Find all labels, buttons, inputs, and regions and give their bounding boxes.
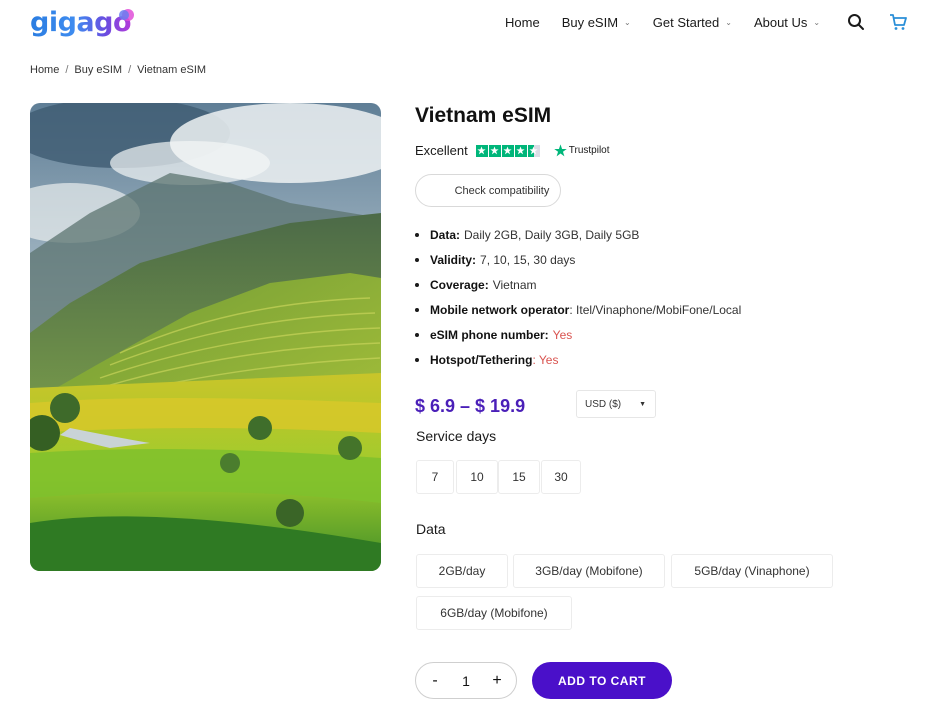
bullet [415, 257, 419, 262]
service-day-option[interactable]: 15 [498, 460, 540, 494]
data-option[interactable]: 5GB/day (Vinaphone) [671, 554, 833, 588]
spec-item-operator: Mobile network operator: Itel/Vinaphone/… [415, 297, 741, 322]
star-icon [514, 144, 527, 157]
quantity-minus-button[interactable]: - [428, 672, 442, 690]
product-title: Vietnam eSIM [415, 104, 552, 127]
check-compatibility-label: Check compatibility [454, 184, 550, 197]
bullet [415, 357, 419, 362]
spec-key: Hotspot/Tethering [430, 352, 533, 367]
chevron-down-icon: ⌄ [624, 17, 631, 27]
spec-item-validity: Validity: 7, 10, 15, 30 days [415, 247, 741, 272]
trustpilot-stars [475, 144, 540, 157]
spec-value: : Itel/Vinaphone/MobiFone/Local [569, 302, 742, 317]
service-day-option[interactable]: 30 [541, 460, 581, 494]
trustpilot-badge[interactable]: Trustpilot [554, 144, 610, 157]
spec-item-coverage: Coverage: Vietnam [415, 272, 741, 297]
product-image [30, 103, 381, 571]
nav-about-us[interactable]: About Us ⌄ [754, 14, 820, 30]
spec-key: Mobile network operator [430, 302, 570, 317]
nav-home[interactable]: Home [505, 14, 540, 30]
nav-get-started[interactable]: Get Started ⌄ [653, 14, 732, 30]
gigago-logo[interactable]: gigago [30, 6, 140, 40]
trustpilot-label: Trustpilot [568, 145, 610, 156]
data-option[interactable]: 3GB/day (Mobifone) [513, 554, 665, 588]
spec-item-hotspot: Hotspot/Tethering: Yes [415, 347, 741, 372]
breadcrumb-separator: / [65, 64, 69, 76]
quantity-plus-button[interactable]: + [490, 672, 504, 690]
service-day-option[interactable]: 10 [456, 460, 498, 494]
spec-key: Coverage: [430, 277, 489, 292]
search-icon[interactable] [847, 13, 865, 31]
breadcrumb-separator: / [128, 64, 132, 76]
spec-value: Vietnam [492, 277, 537, 292]
nav-buy-esim[interactable]: Buy eSIM ⌄ [562, 14, 631, 30]
nav-get-started-label: Get Started [652, 14, 720, 30]
service-day-option[interactable]: 7 [416, 460, 454, 494]
breadcrumb: Home / Buy eSIM / Vietnam eSIM [30, 64, 206, 76]
price-range: $ 6.9 – $ 19.9 [415, 396, 526, 416]
chevron-down-icon: ⌄ [813, 17, 821, 27]
spec-list: Data: Daily 2GB, Daily 3GB, Daily 5GB Val… [415, 222, 741, 372]
add-to-cart-button[interactable]: ADD TO CART [532, 662, 672, 699]
logo-bubble-icon [119, 9, 134, 21]
spec-value: Daily 2GB, Daily 3GB, Daily 5GB [464, 227, 640, 242]
data-label: Data [416, 521, 446, 537]
spec-value: : Yes [532, 352, 559, 367]
spec-key: Data: [430, 227, 461, 242]
rating-text: Excellent [415, 143, 468, 158]
spec-item-phone-number: eSIM phone number: Yes [415, 322, 741, 347]
star-icon [475, 144, 488, 157]
bullet [415, 307, 419, 312]
currency-select[interactable]: USD ($) ▼ [576, 390, 656, 418]
data-option[interactable]: 6GB/day (Mobifone) [416, 596, 572, 630]
star-icon [501, 144, 514, 157]
caret-down-icon: ▼ [639, 400, 646, 408]
main-nav: Home Buy eSIM ⌄ Get Started ⌄ About Us ⌄ [505, 14, 842, 30]
trustpilot-star-icon [554, 144, 567, 157]
quantity-input[interactable]: 1 [451, 673, 481, 689]
vietnam-landscape-image [30, 103, 381, 571]
breadcrumb-home[interactable]: Home [30, 64, 59, 76]
spec-key: Validity: [430, 252, 477, 267]
nav-home-label: Home [505, 14, 540, 30]
bullet [415, 232, 419, 237]
spec-item-data: Data: Daily 2GB, Daily 3GB, Daily 5GB [415, 222, 741, 247]
spec-value: 7, 10, 15, 30 days [480, 252, 576, 267]
chevron-down-icon: ⌄ [725, 17, 732, 27]
currency-value: USD ($) [585, 398, 622, 410]
rating-row: Excellent Trustpilot [415, 143, 610, 158]
service-days-label: Service days [416, 428, 497, 444]
data-option[interactable]: 2GB/day [416, 554, 508, 588]
bullet [415, 282, 419, 287]
cart-icon[interactable] [889, 13, 907, 31]
nav-buy-esim-label: Buy eSIM [561, 14, 619, 30]
spec-key: eSIM phone number: [430, 327, 549, 342]
star-icon [488, 144, 501, 157]
spec-value: Yes [552, 327, 573, 342]
check-compatibility-button[interactable]: Check compatibility [415, 174, 561, 207]
quantity-stepper: - 1 + [415, 662, 517, 699]
half-star-icon [527, 144, 540, 157]
breadcrumb-current: Vietnam eSIM [137, 64, 207, 76]
bullet [415, 332, 419, 337]
breadcrumb-buy-esim[interactable]: Buy eSIM [74, 64, 122, 76]
nav-about-us-label: About Us [753, 14, 808, 30]
site-header: gigago Home Buy eSIM ⌄ Get Started ⌄ About… [0, 0, 925, 48]
